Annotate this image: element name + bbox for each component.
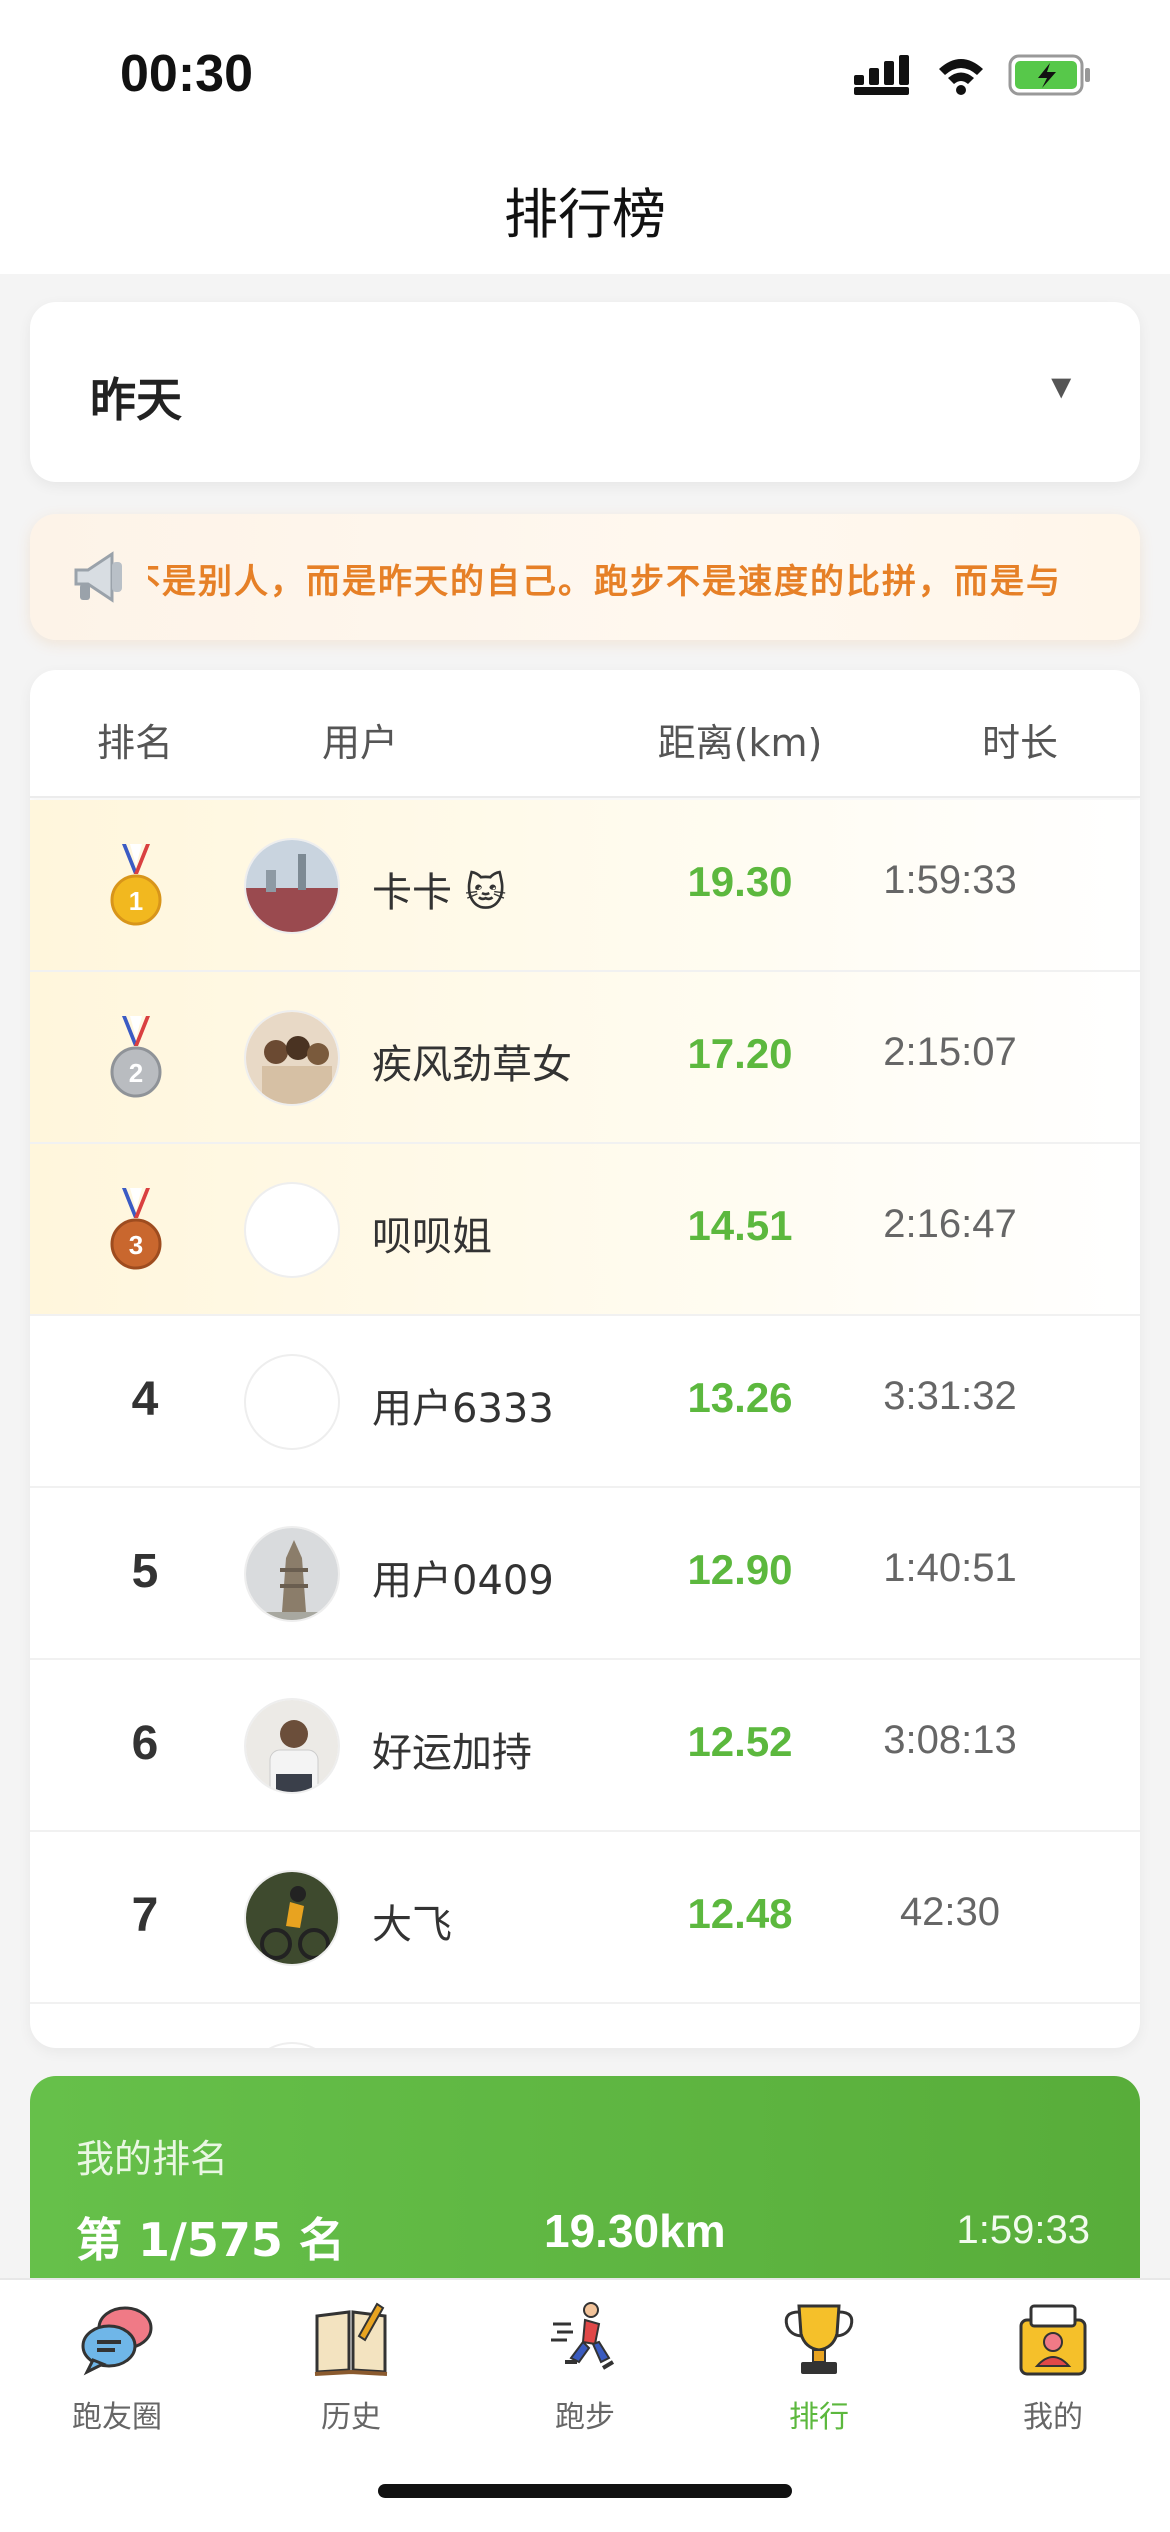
home-indicator [378, 2484, 792, 2498]
silver-medal-icon: 2 [110, 1016, 162, 1098]
tab-history[interactable]: 历史 [234, 2300, 468, 2440]
notice-marquee: 不是别人，而是昨天的自己。跑步不是速度的比拼，而是与 [148, 514, 1104, 640]
my-distance-value: 19.30km [544, 2205, 726, 2257]
tab-label: 历史 [321, 2400, 381, 2435]
status-icons [854, 54, 1092, 96]
period-value: 昨天 [90, 373, 182, 427]
table-row[interactable]: 6 好运加持 12.52 3:08:13 [30, 1660, 1140, 1832]
battery-icon [1008, 54, 1090, 96]
period-select[interactable]: 昨天 ▼ [30, 302, 1140, 482]
rank-number: 5 [131, 1545, 159, 1598]
nav-bar: 排行榜 [0, 150, 1170, 274]
rank-number: 6 [131, 1717, 159, 1770]
book-icon [314, 2302, 388, 2376]
header-duration: 时长 [981, 721, 1058, 765]
avatar [244, 2042, 340, 2048]
notice-text: 不是别人，而是昨天的自己。跑步不是速度的比拼，而是与 [148, 562, 1062, 602]
rank-number: 7 [131, 1889, 159, 1942]
user-name: 好运加持 [372, 1730, 532, 1776]
my-duration-value: 1:59:33 [956, 2208, 1090, 2252]
user-name: 呗呗姐 [372, 1214, 492, 1260]
profile-card-icon [1019, 2304, 1087, 2376]
avatar [244, 1526, 340, 1622]
my-rank-label: 我的排名 [76, 2137, 229, 2181]
gold-medal-icon: 1 [110, 844, 162, 926]
duration-value: 1:59:33 [883, 858, 1017, 902]
table-row[interactable] [30, 2004, 1140, 2048]
header-rank: 排名 [96, 721, 173, 765]
user-name: 用户0409 [372, 1558, 554, 1604]
table-row[interactable]: 3 呗呗姐 14.51 2:16:47 [30, 1144, 1140, 1316]
tab-mine[interactable]: 我的 [936, 2300, 1170, 2440]
svg-text:3: 3 [129, 1230, 143, 1260]
my-rank-card[interactable]: 我的排名 第 1/575 名 19.30km 1:59:33 [30, 2076, 1140, 2296]
table-row[interactable]: 1 卡卡 🐱 19.30 1:59:33 [30, 800, 1140, 972]
duration-value: 1:40:51 [883, 1546, 1017, 1590]
leaderboard-table: 排名 用户 距离(km) 时长 1 卡卡 🐱 19.30 1:59:33 2 疾… [30, 670, 1140, 2048]
notice-banner: 不是别人，而是昨天的自己。跑步不是速度的比拼，而是与 [30, 514, 1140, 640]
avatar [244, 1354, 340, 1450]
user-name: 用户6333 [372, 1386, 554, 1432]
rank-number: 4 [131, 1373, 159, 1426]
user-name: 疾风劲草女 [372, 1042, 572, 1088]
tab-label: 跑步 [555, 2400, 615, 2435]
dropdown-arrow-icon: ▼ [1044, 368, 1078, 406]
avatar [244, 1182, 340, 1278]
signal-icon [854, 55, 909, 95]
svg-text:1: 1 [129, 886, 143, 916]
avatar [244, 838, 340, 934]
wifi-icon [939, 59, 983, 95]
megaphone-icon [74, 551, 122, 603]
avatar [244, 1870, 340, 1966]
page-title: 排行榜 [504, 183, 666, 246]
my-rank-value: 第 1/575 名 [76, 2213, 345, 2267]
tab-label: 我的 [1023, 2400, 1083, 2435]
duration-value: 2:16:47 [883, 1202, 1017, 1246]
tab-run[interactable]: 跑步 [468, 2300, 702, 2440]
duration-value: 3:08:13 [883, 1718, 1017, 1762]
user-name: 大飞 [372, 1902, 452, 1948]
runner-icon [551, 2302, 615, 2370]
duration-value: 42:30 [899, 1890, 1001, 1934]
trophy-icon [784, 2304, 854, 2374]
table-header: 排名 用户 距离(km) 时长 [30, 670, 1140, 798]
table-row[interactable]: 7 大飞 12.48 42:30 [30, 1832, 1140, 2004]
chat-bubbles-icon [81, 2306, 153, 2376]
tab-runner-circle[interactable]: 跑友圈 [0, 2300, 234, 2440]
header-distance: 距离(km) [657, 721, 823, 765]
user-name: 卡卡 🐱 [372, 870, 507, 916]
tab-label: 跑友圈 [72, 2400, 162, 2435]
avatar [244, 1698, 340, 1794]
table-row[interactable]: 5 用户0409 12.90 1:40:51 [30, 1488, 1140, 1660]
header-user: 用户 [321, 721, 398, 765]
table-row[interactable]: 2 疾风劲草女 17.20 2:15:07 [30, 972, 1140, 1144]
tab-ranking[interactable]: 排行 [702, 2300, 936, 2440]
status-bar: 00:30 [0, 0, 1170, 150]
duration-value: 2:15:07 [883, 1030, 1017, 1074]
status-time: 00:30 [120, 45, 253, 103]
svg-text:2: 2 [129, 1058, 143, 1088]
avatar [244, 1010, 340, 1106]
table-row[interactable]: 4 用户6333 13.26 3:31:32 [30, 1316, 1140, 1488]
tab-label: 排行 [789, 2400, 849, 2435]
bronze-medal-icon: 3 [110, 1188, 162, 1270]
duration-value: 3:31:32 [883, 1374, 1017, 1418]
